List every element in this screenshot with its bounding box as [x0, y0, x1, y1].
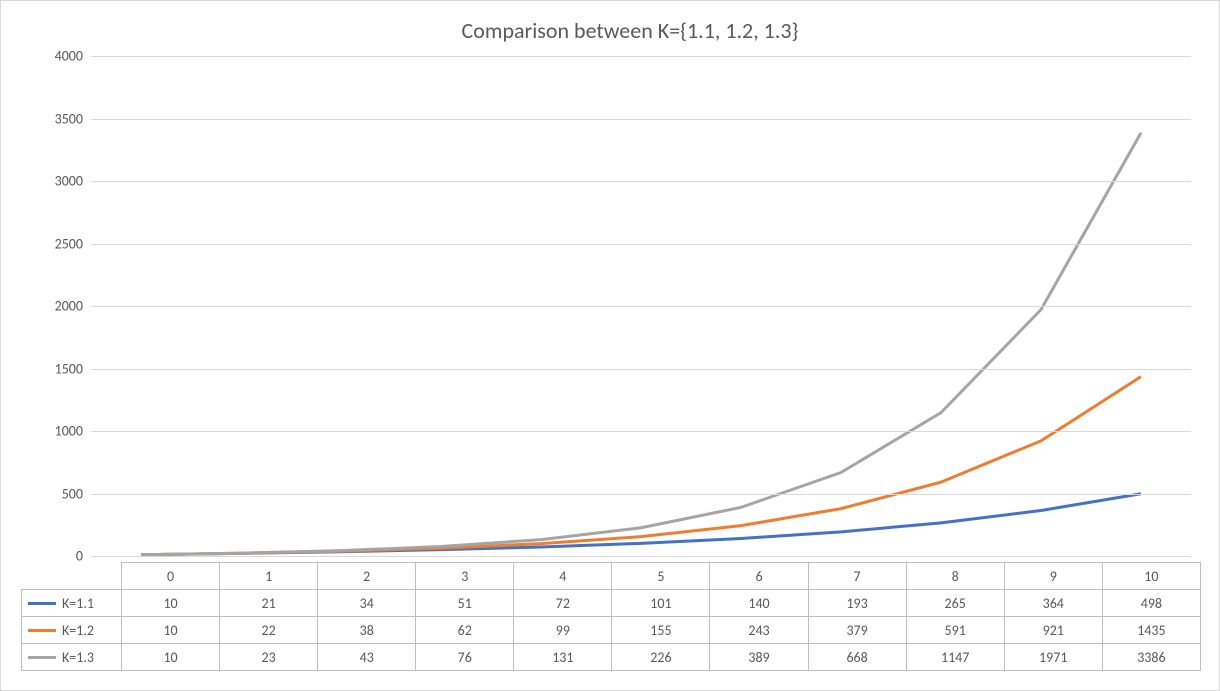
value-cell: 10 — [122, 590, 220, 617]
value-cell: 389 — [710, 644, 808, 671]
value-cell: 21 — [220, 590, 318, 617]
gridline — [91, 369, 1191, 370]
value-cell: 226 — [612, 644, 710, 671]
value-cell: 72 — [514, 590, 612, 617]
value-cell: 23 — [220, 644, 318, 671]
y-tick-label: 4000 — [33, 48, 83, 65]
value-cell: 101 — [612, 590, 710, 617]
value-cell: 1971 — [1004, 644, 1102, 671]
gridline — [91, 306, 1191, 307]
value-cell: 1435 — [1102, 617, 1200, 644]
table-row: K=1.1 1021345172101140193265364498 — [22, 590, 1201, 617]
chart-title: Comparison between K={1.1, 1.2, 1.3} — [61, 17, 1199, 44]
category-cell: 6 — [710, 563, 808, 590]
y-tick-label: 3500 — [33, 110, 83, 127]
data-table: 012345678910K=1.110213451721011401932653… — [21, 562, 1201, 671]
series-name-label: K=1.2 — [62, 622, 94, 639]
value-cell: 498 — [1102, 590, 1200, 617]
y-tick-label: 1000 — [33, 423, 83, 440]
value-cell: 193 — [808, 590, 906, 617]
value-cell: 591 — [906, 617, 1004, 644]
table-row: K=1.2 10223862991552433795919211435 — [22, 617, 1201, 644]
table-header-row: 012345678910 — [22, 563, 1201, 590]
category-cell: 4 — [514, 563, 612, 590]
series-name-cell: K=1.2 — [22, 617, 122, 644]
value-cell: 140 — [710, 590, 808, 617]
value-cell: 38 — [318, 617, 416, 644]
gridline — [91, 119, 1191, 120]
table-row: K=1.3 10234376131226389668114719713386 — [22, 644, 1201, 671]
value-cell: 265 — [906, 590, 1004, 617]
table-corner-cell — [22, 563, 122, 590]
gridline — [91, 556, 1191, 557]
gridline — [91, 244, 1191, 245]
y-tick-label: 500 — [33, 485, 83, 502]
value-cell: 131 — [514, 644, 612, 671]
category-cell: 1 — [220, 563, 318, 590]
gridline — [91, 431, 1191, 432]
value-cell: 243 — [710, 617, 808, 644]
value-cell: 76 — [416, 644, 514, 671]
value-cell: 10 — [122, 644, 220, 671]
y-tick-label: 1500 — [33, 360, 83, 377]
value-cell: 22 — [220, 617, 318, 644]
value-cell: 155 — [612, 617, 710, 644]
gridline — [91, 494, 1191, 495]
series-name-cell: K=1.1 — [22, 590, 122, 617]
value-cell: 379 — [808, 617, 906, 644]
series-name-label: K=1.3 — [62, 649, 94, 666]
value-cell: 10 — [122, 617, 220, 644]
gridline — [91, 181, 1191, 182]
value-cell: 99 — [514, 617, 612, 644]
y-tick-label: 2000 — [33, 298, 83, 315]
series-line — [141, 133, 1141, 555]
value-cell: 921 — [1004, 617, 1102, 644]
value-cell: 43 — [318, 644, 416, 671]
series-line — [141, 494, 1141, 555]
gridline — [91, 56, 1191, 57]
category-cell: 10 — [1102, 563, 1200, 590]
series-name-label: K=1.1 — [62, 595, 94, 612]
legend-swatch-icon — [28, 602, 56, 605]
series-name-cell: K=1.3 — [22, 644, 122, 671]
y-tick-label: 0 — [33, 548, 83, 565]
category-cell: 2 — [318, 563, 416, 590]
value-cell: 62 — [416, 617, 514, 644]
value-cell: 51 — [416, 590, 514, 617]
category-cell: 7 — [808, 563, 906, 590]
value-cell: 34 — [318, 590, 416, 617]
y-tick-label: 3000 — [33, 173, 83, 190]
plot-area: 05001000150020002500300035004000 — [91, 56, 1191, 556]
chart-container: Comparison between K={1.1, 1.2, 1.3} 050… — [0, 0, 1220, 691]
value-cell: 668 — [808, 644, 906, 671]
category-cell: 0 — [122, 563, 220, 590]
category-cell: 8 — [906, 563, 1004, 590]
category-cell: 9 — [1004, 563, 1102, 590]
category-cell: 5 — [612, 563, 710, 590]
value-cell: 364 — [1004, 590, 1102, 617]
value-cell: 3386 — [1102, 644, 1200, 671]
legend-swatch-icon — [28, 656, 56, 659]
category-cell: 3 — [416, 563, 514, 590]
legend-swatch-icon — [28, 629, 56, 632]
value-cell: 1147 — [906, 644, 1004, 671]
y-tick-label: 2500 — [33, 235, 83, 252]
